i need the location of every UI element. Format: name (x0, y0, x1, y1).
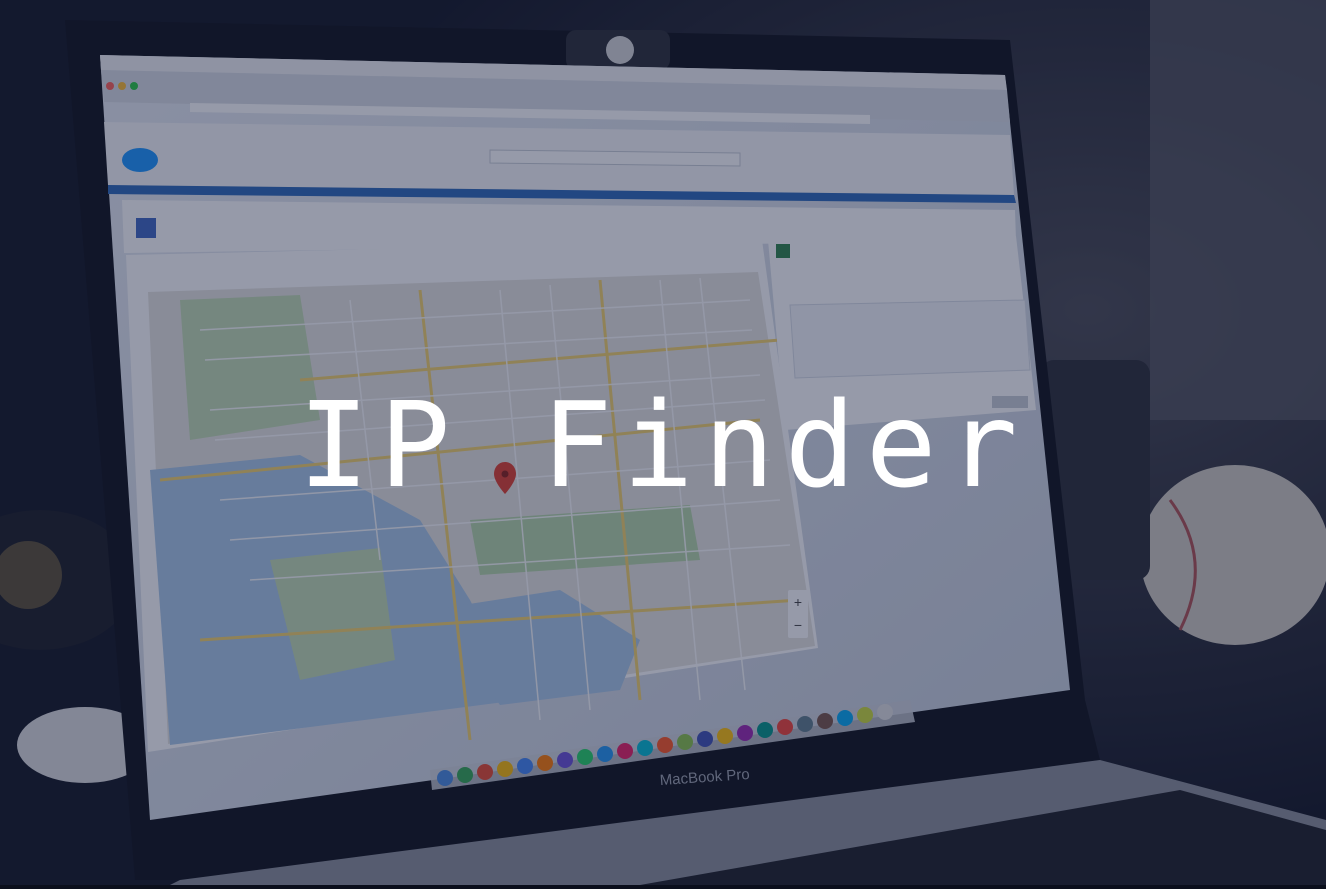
hero-title: IP Finder (298, 376, 1028, 514)
